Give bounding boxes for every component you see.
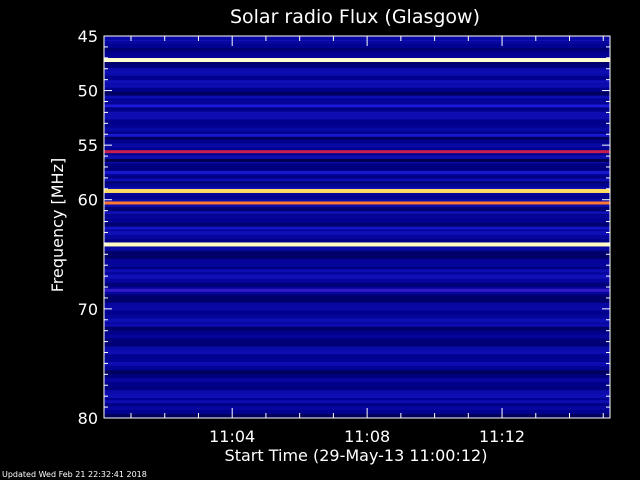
background-row — [104, 306, 610, 312]
background-row — [104, 43, 610, 49]
frequency-band — [104, 201, 610, 205]
background-row — [104, 330, 610, 335]
background-row — [104, 282, 610, 288]
frequency-band — [104, 170, 610, 174]
background-row — [104, 111, 610, 117]
frequency-band — [104, 226, 610, 230]
y-tick-label: 45 — [78, 27, 98, 46]
background-row — [104, 350, 610, 355]
x-tick-label: 11:08 — [344, 427, 390, 446]
background-row — [104, 262, 610, 268]
background-row — [104, 278, 610, 284]
frequency-band — [104, 323, 610, 327]
background-row — [104, 230, 610, 236]
background-row — [104, 342, 610, 347]
frequency-band — [104, 188, 610, 193]
frequency-band — [104, 269, 610, 273]
background-row — [104, 294, 610, 300]
background-row — [104, 246, 610, 252]
background-row — [104, 254, 610, 260]
y-tick-label: 70 — [78, 300, 98, 319]
frequency-band — [104, 361, 610, 365]
frequency-band — [104, 58, 610, 63]
background-row — [104, 163, 610, 168]
background-row — [104, 354, 610, 359]
y-tick-label: 50 — [78, 82, 98, 101]
background-row — [104, 91, 610, 97]
updated-timestamp: Updated Wed Feb 21 22:32:41 2018 — [2, 470, 147, 479]
frequency-band — [104, 41, 610, 45]
background-row — [104, 219, 610, 224]
background-row — [104, 143, 610, 148]
background-row — [104, 123, 610, 129]
frequency-band — [104, 158, 610, 162]
background-row — [104, 234, 610, 240]
background-row — [104, 75, 610, 81]
frequency-band — [104, 50, 610, 54]
x-axis-label: Start Time (29-May-13 11:00:12) — [225, 446, 488, 465]
frequency-band — [104, 400, 610, 404]
background-row — [104, 250, 610, 256]
background-row — [104, 127, 610, 132]
frequency-band — [104, 178, 610, 182]
background-row — [104, 207, 610, 212]
background-row — [104, 195, 610, 200]
background-row — [104, 366, 610, 371]
x-tick-label: 11:04 — [209, 427, 255, 446]
background-row — [104, 326, 610, 331]
background-row — [104, 298, 610, 304]
frequency-band — [104, 80, 610, 84]
background-row — [104, 338, 610, 343]
y-tick-label: 80 — [78, 409, 98, 428]
background-row — [104, 346, 610, 351]
background-row — [104, 183, 610, 188]
frequency-band — [104, 133, 610, 137]
background-row — [104, 274, 610, 280]
background-row — [104, 386, 610, 391]
frequency-band — [104, 288, 610, 292]
y-axis-label: Frequency [MHz] — [48, 158, 67, 292]
background-row — [104, 83, 610, 89]
background-row — [104, 410, 610, 415]
y-tick-label: 60 — [78, 191, 98, 210]
background-row — [104, 258, 610, 264]
background-row — [104, 370, 610, 375]
background-row — [104, 378, 610, 383]
frequency-band — [104, 95, 610, 99]
background-row — [104, 310, 610, 316]
background-row — [104, 99, 610, 105]
background-row — [104, 334, 610, 339]
background-row — [104, 390, 610, 395]
frequency-band — [104, 70, 610, 74]
x-tick-label: 11:12 — [479, 427, 525, 446]
frequency-band — [104, 116, 610, 120]
frequency-band — [104, 104, 610, 108]
background-row — [104, 374, 610, 379]
background-row — [104, 139, 610, 144]
background-row — [104, 87, 610, 93]
background-row — [104, 107, 610, 113]
background-row — [104, 406, 610, 411]
background-row — [104, 314, 610, 320]
frequency-band — [104, 150, 610, 154]
background-row — [104, 394, 610, 399]
background-row — [104, 382, 610, 387]
plot-area — [103, 35, 611, 419]
background-row — [104, 318, 610, 323]
background-row — [104, 302, 610, 308]
spectrogram-chart: Solar radio Flux (Glasgow) 455055607080 … — [48, 6, 611, 465]
frequency-band — [104, 242, 610, 247]
background-row — [104, 119, 610, 125]
background-row — [104, 36, 610, 41]
y-tick-label: 55 — [78, 136, 98, 155]
frequency-band — [104, 211, 610, 215]
chart-title: Solar radio Flux (Glasgow) — [230, 6, 480, 28]
background-row — [104, 63, 610, 69]
background-row — [104, 215, 610, 220]
